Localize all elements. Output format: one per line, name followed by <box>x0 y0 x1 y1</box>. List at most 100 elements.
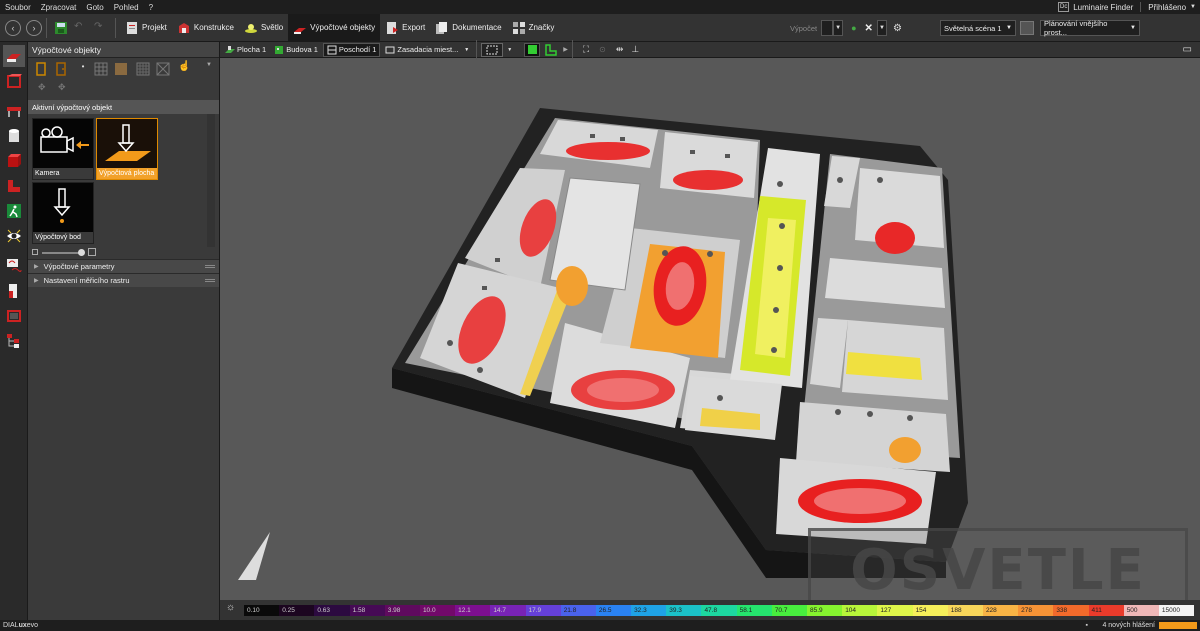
raster-settings-section[interactable]: ▶ Nastavení měřicího rastru <box>28 273 219 287</box>
align-left-icon[interactable]: ✥ <box>38 82 52 96</box>
legend-cell: 12.1 <box>455 605 491 616</box>
tab-svetlo[interactable]: Světlo <box>239 14 288 42</box>
chevron-down-icon[interactable]: ▼ <box>206 62 220 76</box>
scene-select[interactable]: Světelná scéna 1 ▼ <box>940 20 1016 36</box>
panel-scrollbar[interactable] <box>207 114 215 247</box>
l-shape-tool-button[interactable] <box>3 175 25 197</box>
rotate-icon[interactable]: ⊙ <box>599 45 606 54</box>
scene-select-value: Světelná scéna 1 <box>944 23 1002 33</box>
close-dropdown-button[interactable]: ▼ <box>876 20 887 36</box>
window-tool-button[interactable] <box>3 305 25 327</box>
menu-goto[interactable]: Goto <box>81 3 108 12</box>
redo-icon[interactable]: ↷ <box>94 21 108 35</box>
point-icon[interactable]: • <box>76 62 90 76</box>
menu-soubor[interactable]: Soubor <box>0 3 36 12</box>
slider-handle[interactable] <box>78 249 85 256</box>
cross-grid-icon[interactable] <box>156 62 170 76</box>
save-icon[interactable] <box>54 21 68 35</box>
chevron-down-icon[interactable]: ▼ <box>1190 4 1196 10</box>
close-icon[interactable]: ✕ <box>865 23 873 34</box>
door-open-icon[interactable] <box>54 62 68 76</box>
object-grid: Kamera Výpočtová plocha Výpočtový bod <box>28 114 219 247</box>
breadcrumb-room-select[interactable]: Zasadacia miest... ▼ <box>382 43 472 57</box>
chevron-down-icon[interactable]: ▼ <box>507 47 512 53</box>
calc-parameters-section[interactable]: ▶ Výpočtové parametry <box>28 259 219 273</box>
observer-tool-button[interactable] <box>3 225 25 247</box>
tab-konstrukce[interactable]: Konstrukce <box>172 14 239 42</box>
grid-dense-icon[interactable] <box>136 62 150 76</box>
emergency-exit-tool-button[interactable] <box>3 200 25 222</box>
measure-icon[interactable]: ⇹ <box>616 44 624 55</box>
legend-cell: 154 <box>912 605 948 616</box>
calc-start-icon[interactable]: ● <box>851 23 856 33</box>
hierarchy-icon <box>6 334 19 348</box>
calc-surface-object[interactable]: Výpočtová plocha <box>96 118 158 180</box>
legend-color-scale[interactable]: 0.10 0.25 0.63 1.58 3.98 10.0 12.1 14.7 17.9 21.8… <box>244 605 1195 616</box>
lock-icon[interactable]: ▪ <box>1086 622 1088 629</box>
legend-cell: 228 <box>982 605 1019 616</box>
calc-label: Výpočet <box>790 23 818 33</box>
selection-mode-button[interactable] <box>481 42 504 57</box>
legend-cell: 32.3 <box>631 605 667 616</box>
scene-options-button[interactable] <box>1020 21 1034 35</box>
menu-help[interactable]: ? <box>144 3 158 12</box>
legend-cell: 85.9 <box>807 605 843 616</box>
luminaire-finder-icon[interactable]: Dc <box>1058 2 1070 12</box>
solid-view-button[interactable] <box>524 42 541 57</box>
luminaire-finder-link[interactable]: Luminaire Finder <box>1073 3 1133 12</box>
grid-icon[interactable] <box>94 62 108 76</box>
table-tool-button[interactable] <box>3 100 25 122</box>
legend-cell: 0.63 <box>314 605 350 616</box>
tab-znacky[interactable]: Značky <box>507 14 560 42</box>
tab-export[interactable]: Export <box>380 14 430 42</box>
camera-object[interactable]: Kamera <box>32 118 94 180</box>
calc-surface-tool-button[interactable] <box>2 45 25 67</box>
tab-dokumentace[interactable]: Dokumentace <box>430 14 506 42</box>
gear-icon[interactable]: ⚙ <box>893 23 902 34</box>
door-icon[interactable] <box>34 62 48 76</box>
large-thumbnail-icon[interactable] <box>88 248 96 256</box>
hand-pointer-icon[interactable]: ☝ <box>178 61 192 75</box>
exterior-planning-select[interactable]: Plánování vnějšího prost... ▼ <box>1040 19 1140 37</box>
chart-surface-tool-button[interactable] <box>3 255 25 277</box>
breadcrumb-poschodi[interactable]: Poschodí 1 <box>322 42 381 57</box>
height-measure-icon[interactable]: ⊥ <box>631 44 639 55</box>
building-3d-render[interactable] <box>220 58 1200 600</box>
thumbnail-size-slider[interactable] <box>42 252 80 254</box>
floor-plan-button[interactable] <box>543 43 559 57</box>
tab-projekt-label: Projekt <box>142 23 167 32</box>
legend-cell: 21.8 <box>560 605 596 616</box>
texture-icon[interactable] <box>114 62 128 76</box>
notifications-text[interactable]: 4 nových hlášení <box>1102 622 1155 629</box>
tab-projekt[interactable]: Projekt <box>120 14 172 42</box>
viewport-toolbar: Plocha 1 Budova 1 Poschodí 1 Zasadacia m… <box>220 39 1200 60</box>
legend-settings-icon[interactable]: ☼ <box>226 602 235 613</box>
login-menu[interactable]: Přihlášeno <box>1148 3 1186 12</box>
menu-pohled[interactable]: Pohled <box>109 3 144 12</box>
room-surface-tool-button[interactable] <box>3 70 25 92</box>
tab-svetlo-label: Světlo <box>260 23 284 32</box>
calc-progress-button[interactable] <box>821 20 834 36</box>
3d-viewport[interactable]: Plocha 1 Budova 1 Poschodí 1 Zasadacia m… <box>220 39 1200 613</box>
undo-icon[interactable]: ↶ <box>74 21 88 35</box>
monitor-icon[interactable]: ▭ <box>1183 44 1192 55</box>
breadcrumb-plocha[interactable]: Plocha 1 <box>222 43 269 57</box>
viewport-toolbar-divider <box>476 39 478 60</box>
align-right-icon[interactable]: ✥ <box>58 82 72 96</box>
notifications-badge[interactable] <box>1159 622 1197 629</box>
box-tool-button[interactable] <box>3 150 25 172</box>
cylinder-tool-button[interactable] <box>3 125 25 147</box>
tab-vypoctove-objekty[interactable]: Výpočtové objekty <box>288 13 381 42</box>
small-thumbnail-icon[interactable] <box>32 249 38 255</box>
play-icon[interactable]: ▶ <box>563 46 568 53</box>
calc-dropdown-button[interactable]: ▼ <box>833 20 844 36</box>
zoom-fit-icon[interactable]: ⛶ <box>583 44 589 55</box>
hierarchy-tool-button[interactable] <box>3 330 25 352</box>
breadcrumb-budova[interactable]: Budova 1 <box>271 43 321 57</box>
glare-tool-button[interactable] <box>3 280 25 302</box>
breadcrumb-budova-label: Budova 1 <box>286 45 318 54</box>
calc-point-object[interactable]: Výpočtový bod <box>32 182 94 244</box>
back-button[interactable]: ‹ <box>5 19 21 36</box>
forward-button[interactable]: › <box>26 19 42 36</box>
menu-zpracovat[interactable]: Zpracovat <box>36 3 82 12</box>
